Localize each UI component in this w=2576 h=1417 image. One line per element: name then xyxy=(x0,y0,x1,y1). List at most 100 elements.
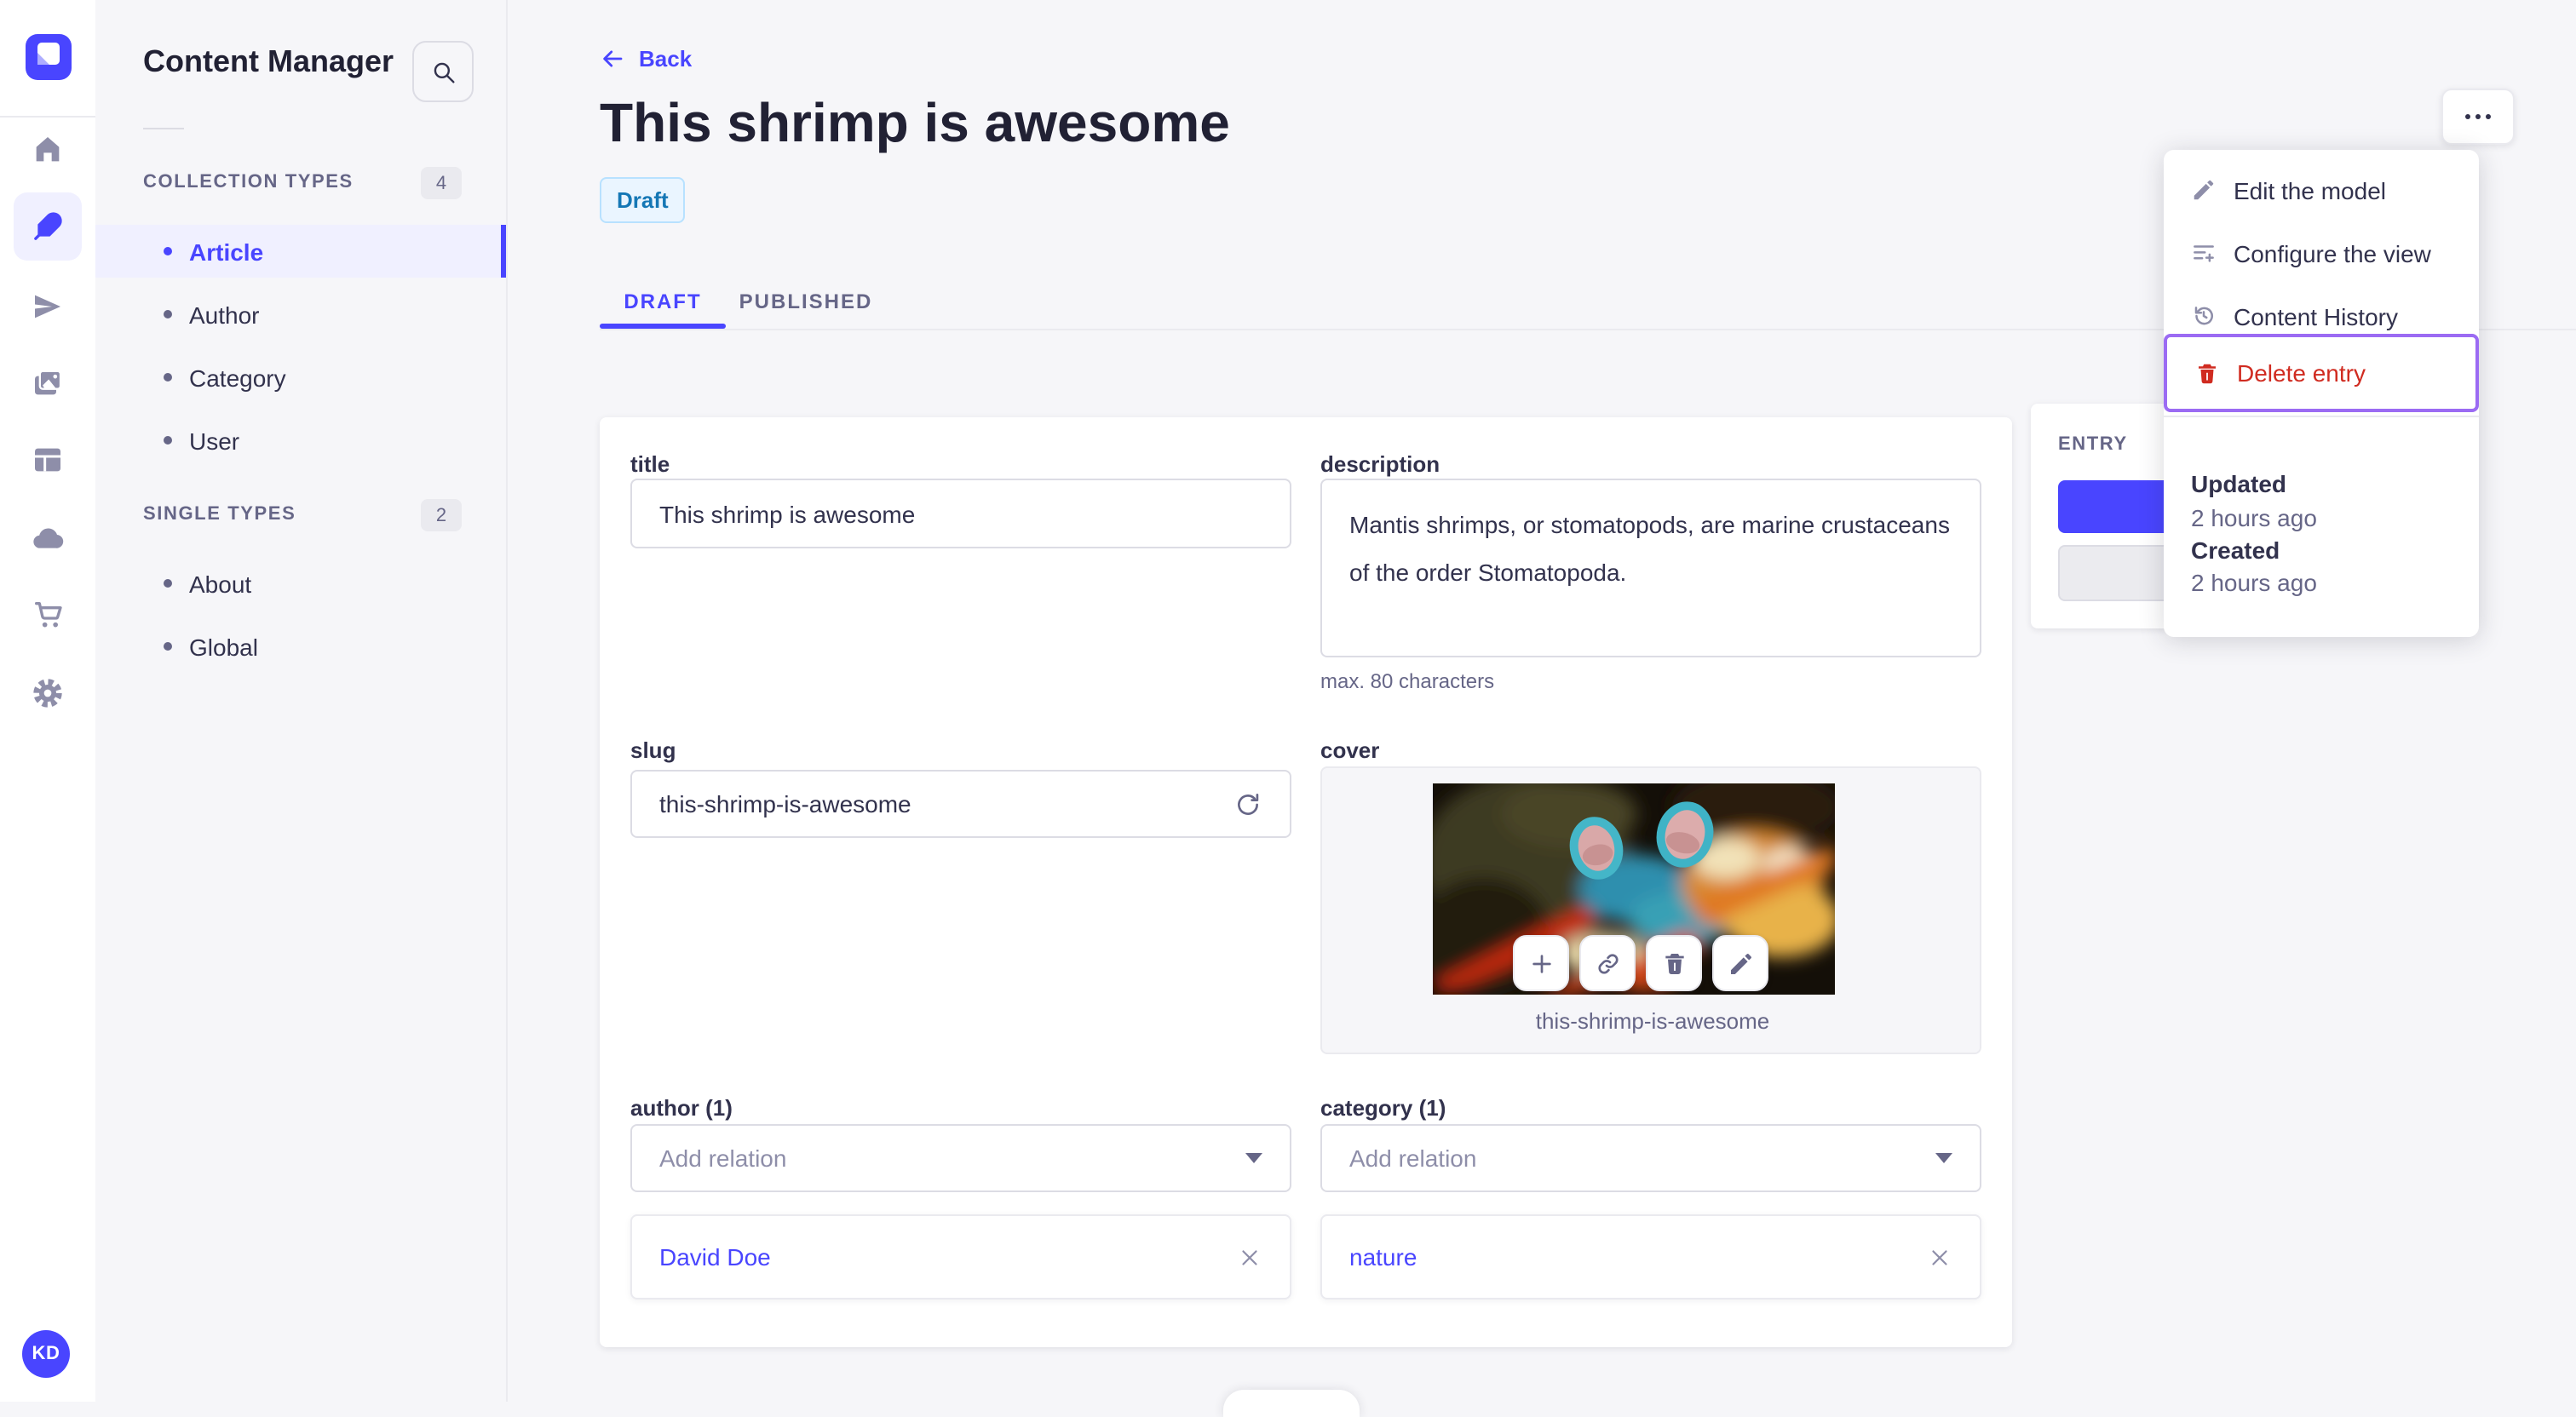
select-placeholder: Add relation xyxy=(659,1144,787,1172)
menu-item-label: Content History xyxy=(2234,302,2398,330)
category-relation-item[interactable]: nature xyxy=(1320,1214,1981,1299)
user-avatar[interactable]: KD xyxy=(22,1330,70,1378)
updated-value: 2 hours ago xyxy=(2191,504,2317,531)
sidebar-divider xyxy=(143,128,184,129)
dot xyxy=(2486,114,2491,119)
sidebar-item-label: Article xyxy=(189,238,264,265)
back-label: Back xyxy=(639,46,693,72)
sidebar-item-label: Author xyxy=(189,301,260,328)
menu-item-delete-entry[interactable]: Delete entry xyxy=(2164,334,2479,412)
pencil-icon xyxy=(1730,953,1751,973)
active-indicator xyxy=(501,225,506,278)
back-arrow-icon xyxy=(603,50,623,67)
media-icon[interactable] xyxy=(14,349,82,417)
dot xyxy=(2475,114,2481,119)
sidebar-item-label: Global xyxy=(189,633,258,660)
section-collection-types: COLLECTION TYPES xyxy=(143,172,354,192)
tab-draft[interactable]: DRAFT xyxy=(600,272,726,329)
main-nav: KD xyxy=(0,0,97,1402)
cloud-icon[interactable] xyxy=(14,504,82,572)
title-input[interactable]: This shrimp is awesome xyxy=(630,479,1291,548)
relation-link[interactable]: nature xyxy=(1349,1243,1417,1271)
page-title: This shrimp is awesome xyxy=(600,92,1230,153)
edit-media-button[interactable] xyxy=(1712,935,1768,991)
cover-field-label: cover xyxy=(1320,737,1380,763)
title-field-label: title xyxy=(630,451,670,477)
layout-icon[interactable] xyxy=(14,426,82,494)
pencil-icon xyxy=(2194,180,2214,200)
slug-value: this-shrimp-is-awesome xyxy=(659,790,911,818)
category-relation-select[interactable]: Add relation xyxy=(1320,1124,1981,1192)
slug-input[interactable]: this-shrimp-is-awesome xyxy=(630,770,1291,838)
menu-item-edit-model[interactable]: Edit the model xyxy=(2164,158,2479,221)
description-field-label: description xyxy=(1320,451,1440,477)
trash-icon xyxy=(1665,953,1683,973)
trash-icon xyxy=(2199,363,2216,383)
sidebar-item-user[interactable]: User xyxy=(95,414,506,467)
strapi-logo[interactable] xyxy=(26,34,72,80)
search-button[interactable] xyxy=(412,41,474,102)
add-media-button[interactable] xyxy=(1513,935,1569,991)
author-relation-item[interactable]: David Doe xyxy=(630,1214,1291,1299)
updated-label: Updated xyxy=(2191,470,2286,497)
slug-field-label: slug xyxy=(630,737,676,763)
created-value: 2 hours ago xyxy=(2191,569,2317,596)
sidebar-item-label: User xyxy=(189,427,240,454)
category-field-label: category (1) xyxy=(1320,1095,1446,1121)
link-icon xyxy=(1597,953,1618,973)
single-types-count: 2 xyxy=(421,499,462,531)
cover-field: this-shrimp-is-awesome xyxy=(1320,766,1981,1054)
sidebar-item-about[interactable]: About xyxy=(95,557,506,610)
history-icon xyxy=(2194,307,2213,325)
entry-panel-title: ENTRY xyxy=(2058,434,2128,455)
content-manager-sidebar: Content Manager COLLECTION TYPES 4 Artic… xyxy=(95,0,508,1402)
cover-caption: this-shrimp-is-awesome xyxy=(1535,1008,1770,1034)
gear-icon[interactable] xyxy=(14,659,82,727)
relation-link[interactable]: David Doe xyxy=(659,1243,771,1271)
sidebar-item-label: Category xyxy=(189,364,286,391)
status-badge: Draft xyxy=(600,177,686,223)
sidebar-item-global[interactable]: Global xyxy=(95,620,506,673)
menu-item-label: Configure the view xyxy=(2234,239,2431,267)
sidebar-item-author[interactable]: Author xyxy=(95,288,506,341)
more-actions-button[interactable] xyxy=(2441,89,2515,145)
entry-form-card: title This shrimp is awesome description… xyxy=(600,417,2012,1347)
delete-media-button[interactable] xyxy=(1646,935,1702,991)
section-single-types: SINGLE TYPES xyxy=(143,504,296,525)
close-icon[interactable] xyxy=(1237,1244,1262,1270)
bullet-icon xyxy=(164,310,172,318)
menu-item-label: Edit the model xyxy=(2234,176,2386,204)
description-hint: max. 80 characters xyxy=(1320,669,1495,693)
strapi-logo-fold xyxy=(37,53,49,65)
regenerate-icon[interactable] xyxy=(1233,789,1262,818)
bullet-icon xyxy=(164,436,172,445)
sidebar-title: Content Manager xyxy=(143,44,394,78)
chevron-down-icon xyxy=(1245,1153,1262,1163)
sidebar-item-category[interactable]: Category xyxy=(95,351,506,404)
back-link[interactable]: Back xyxy=(600,46,692,72)
menu-item-configure-view[interactable]: Configure the view xyxy=(2164,221,2479,284)
send-icon[interactable] xyxy=(14,272,82,341)
cart-icon[interactable] xyxy=(14,581,82,649)
list-plus-icon xyxy=(2194,245,2214,262)
search-icon xyxy=(433,61,454,83)
menu-divider xyxy=(2164,416,2479,417)
app-root: KD Content Manager COLLECTION TYPES 4 Ar… xyxy=(0,0,2576,1417)
author-relation-select[interactable]: Add relation xyxy=(630,1124,1291,1192)
collapse-handle[interactable] xyxy=(1223,1390,1360,1417)
dot xyxy=(2465,114,2470,119)
chevron-down-icon xyxy=(1935,1153,1952,1163)
sidebar-item-article[interactable]: Article xyxy=(95,225,506,278)
more-actions-menu: Edit the model Configure the view Conten… xyxy=(2164,150,2479,637)
author-field-label: author (1) xyxy=(630,1095,733,1121)
cover-actions xyxy=(1513,935,1768,991)
home-icon[interactable] xyxy=(14,116,82,184)
description-textarea[interactable]: Mantis shrimps, or stomatopods, are mari… xyxy=(1320,479,1981,657)
select-placeholder: Add relation xyxy=(1349,1144,1477,1172)
feather-icon[interactable] xyxy=(14,192,82,261)
bullet-icon xyxy=(164,373,172,382)
close-icon[interactable] xyxy=(1927,1244,1952,1270)
tab-published[interactable]: PUBLISHED xyxy=(726,272,886,329)
copy-link-button[interactable] xyxy=(1579,935,1636,991)
bullet-icon xyxy=(164,247,172,255)
